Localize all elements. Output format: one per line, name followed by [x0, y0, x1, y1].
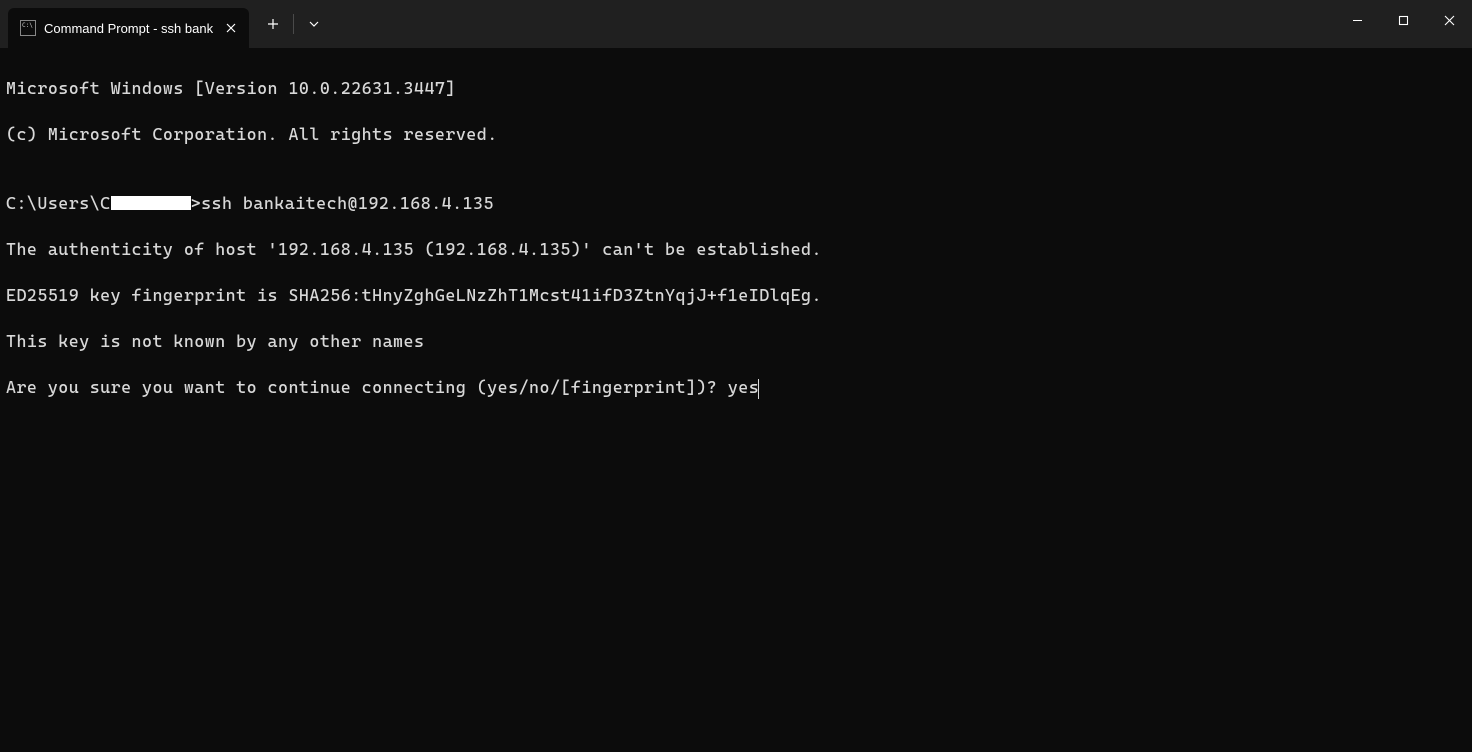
tab-dropdown-button[interactable] [296, 6, 332, 42]
terminal-prompt-line: C:\Users\C >ssh bankaitech@192.168.4.135 [6, 192, 1466, 215]
tab-actions [255, 0, 332, 48]
window-controls [1334, 0, 1472, 48]
terminal-line: (c) Microsoft Corporation. All rights re… [6, 123, 1466, 146]
titlebar-left: Command Prompt - ssh bank [0, 0, 332, 48]
user-input: yes [728, 377, 759, 397]
terminal-line: ED25519 key fingerprint is SHA256:tHnyZg… [6, 284, 1466, 307]
new-tab-button[interactable] [255, 6, 291, 42]
terminal-cursor [758, 379, 759, 399]
tab-title: Command Prompt - ssh bank [44, 21, 213, 36]
divider [293, 14, 294, 34]
tab-close-button[interactable] [221, 18, 241, 38]
close-icon [226, 23, 236, 33]
confirm-prompt: Are you sure you want to continue connec… [6, 377, 728, 397]
terminal-line: This key is not known by any other names [6, 330, 1466, 353]
plus-icon [267, 18, 279, 30]
close-icon [1444, 15, 1455, 26]
prompt-prefix: C:\Users\C [6, 193, 111, 213]
terminal-output[interactable]: Microsoft Windows [Version 10.0.22631.34… [0, 48, 1472, 428]
window-titlebar: Command Prompt - ssh bank [0, 0, 1472, 48]
minimize-icon [1352, 15, 1363, 26]
minimize-button[interactable] [1334, 0, 1380, 40]
close-window-button[interactable] [1426, 0, 1472, 40]
terminal-tab[interactable]: Command Prompt - ssh bank [8, 8, 249, 48]
maximize-icon [1398, 15, 1409, 26]
cmd-icon [20, 20, 36, 36]
prompt-suffix: >ssh bankaitech@192.168.4.135 [191, 193, 494, 213]
terminal-input-line: Are you sure you want to continue connec… [6, 376, 1466, 399]
chevron-down-icon [308, 18, 320, 30]
terminal-line: The authenticity of host '192.168.4.135 … [6, 238, 1466, 261]
terminal-line: Microsoft Windows [Version 10.0.22631.34… [6, 77, 1466, 100]
maximize-button[interactable] [1380, 0, 1426, 40]
redacted-username [111, 196, 191, 210]
